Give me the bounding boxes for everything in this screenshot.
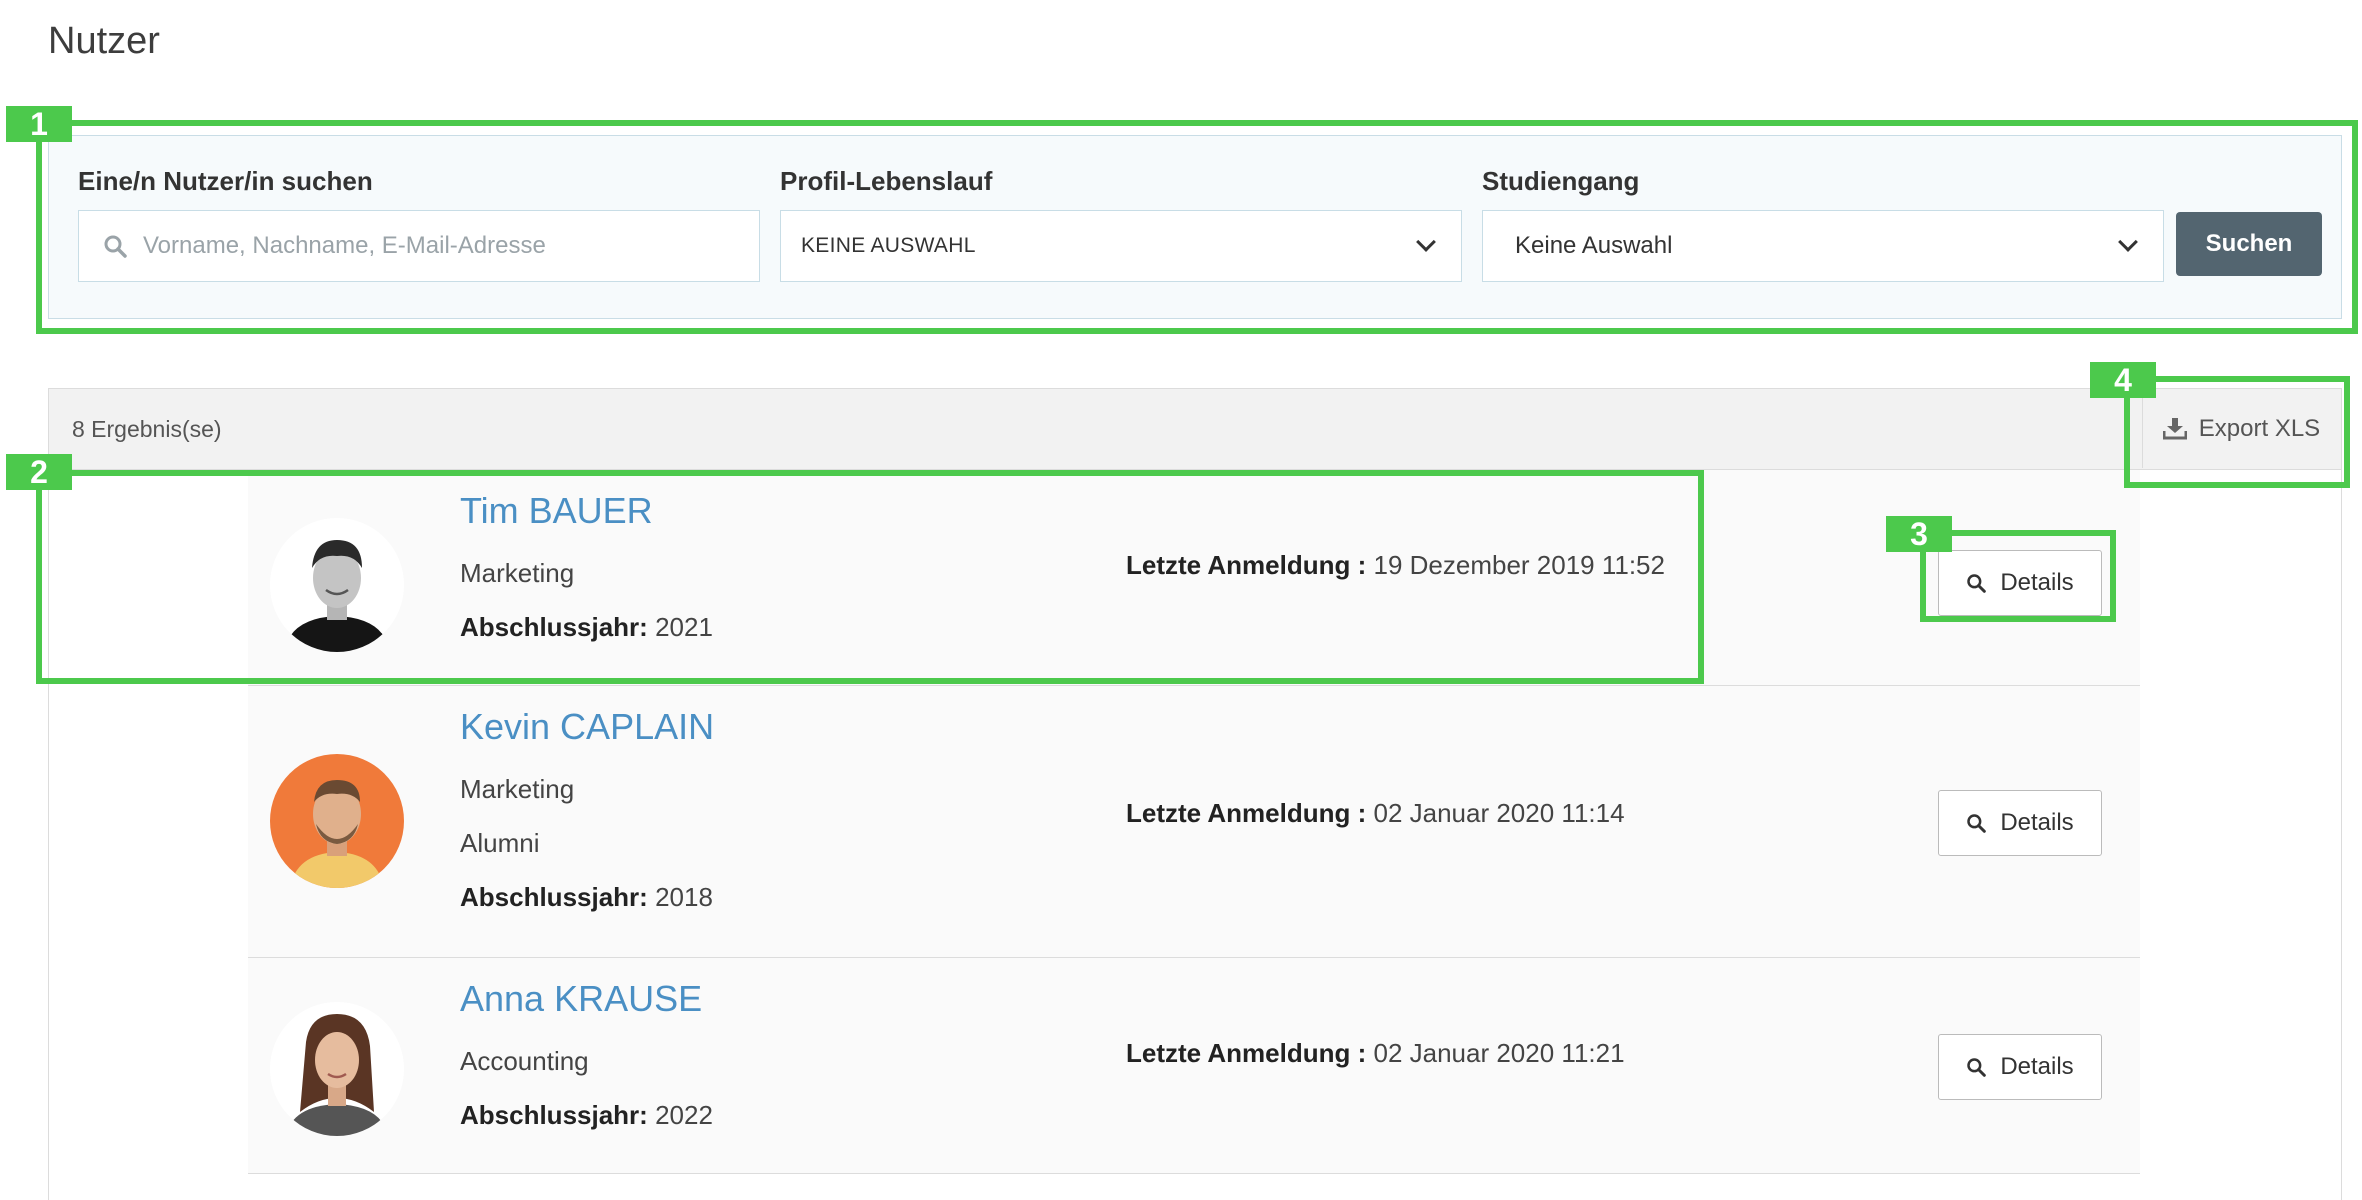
list-item: Kevin CAPLAIN Marketing Alumni Abschluss… — [248, 686, 2140, 958]
details-label: Details — [2000, 1053, 2074, 1080]
user-status: Alumni — [460, 828, 540, 858]
search-icon — [1967, 1058, 1987, 1077]
details-label: Details — [2000, 809, 2074, 836]
last-login-value: 02 Januar 2020 11:21 — [1373, 1038, 1625, 1068]
year-label: Abschlussjahr: — [460, 882, 648, 912]
user-name[interactable]: Kevin CAPLAIN — [460, 706, 714, 748]
search-icon — [1967, 814, 1987, 833]
user-name[interactable]: Anna KRAUSE — [460, 978, 702, 1020]
last-login-label: Letzte Anmeldung : — [1126, 1038, 1367, 1068]
page-title: Nutzer — [48, 20, 160, 62]
avatar — [270, 1002, 404, 1136]
annotation-box-4 — [2124, 376, 2350, 488]
results-count: 8 Ergebnis(se) — [72, 416, 222, 442]
annotation-tag-4: 4 — [2090, 362, 2156, 398]
user-graduation-year: Abschlussjahr: 2022 — [460, 1100, 713, 1131]
avatar — [270, 754, 404, 888]
year-value: 2022 — [655, 1100, 713, 1130]
details-button[interactable]: Details — [1938, 790, 2102, 856]
last-login-value: 02 Januar 2020 11:14 — [1373, 798, 1625, 828]
list-item: Anna KRAUSE Accounting Abschlussjahr: 20… — [248, 958, 2140, 1174]
last-login: Letzte Anmeldung : 02 Januar 2020 11:21 — [1126, 1038, 1625, 1069]
annotation-tag-3: 3 — [1886, 516, 1952, 552]
results-header — [48, 388, 2342, 470]
user-program: Marketing — [460, 774, 575, 804]
last-login-label: Letzte Anmeldung : — [1126, 798, 1367, 828]
user-program: Accounting — [460, 1046, 589, 1076]
year-label: Abschlussjahr: — [460, 1100, 648, 1130]
annotation-box-1 — [36, 120, 2358, 334]
details-button[interactable]: Details — [1938, 1034, 2102, 1100]
annotation-box-2 — [36, 470, 1704, 684]
annotation-tag-2: 2 — [6, 454, 72, 490]
annotation-tag-1: 1 — [6, 106, 72, 142]
user-graduation-year: Abschlussjahr: 2018 — [460, 882, 713, 913]
year-value: 2018 — [655, 882, 713, 912]
last-login: Letzte Anmeldung : 02 Januar 2020 11:14 — [1126, 798, 1625, 829]
